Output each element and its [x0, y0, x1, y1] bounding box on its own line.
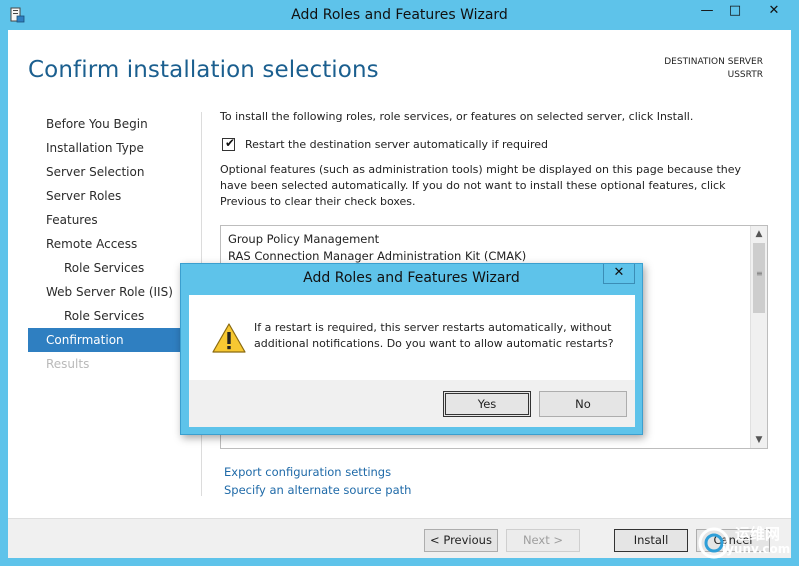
restart-confirm-dialog: Add Roles and Features Wizard ✕ If a res…	[180, 263, 643, 435]
intro-text: To install the following roles, role ser…	[220, 110, 694, 123]
window-title: Add Roles and Features Wizard	[291, 7, 508, 23]
nav-item-server-roles[interactable]: Server Roles	[28, 184, 184, 208]
scroll-thumb[interactable]: ≡	[753, 243, 765, 313]
export-configuration-link[interactable]: Export configuration settings	[224, 465, 411, 481]
list-item: Group Policy Management	[228, 232, 380, 246]
destination-label: DESTINATION SERVER	[664, 57, 763, 67]
yes-button[interactable]: Yes	[443, 391, 531, 417]
wizard-nav: Before You Begin Installation Type Serve…	[28, 112, 184, 376]
previous-button[interactable]: < Previous	[424, 529, 498, 552]
nav-item-installation-type[interactable]: Installation Type	[28, 136, 184, 160]
next-button: Next >	[506, 529, 580, 552]
title-bar[interactable]: Add Roles and Features Wizard — □ ✕	[0, 0, 799, 30]
nav-item-remote-access[interactable]: Remote Access	[28, 232, 184, 256]
nav-item-before-you-begin[interactable]: Before You Begin	[28, 112, 184, 136]
optional-features-note: Optional features (such as administratio…	[220, 163, 742, 208]
grip-icon: ≡	[756, 269, 763, 278]
watermark: 运维网 iyunv.com	[692, 517, 799, 566]
list-scrollbar[interactable]: ▲ ≡ ▼	[750, 226, 767, 448]
dialog-body: If a restart is required, this server re…	[189, 295, 635, 380]
restart-checkbox-label[interactable]: Restart the destination server automatic…	[245, 138, 548, 151]
install-button[interactable]: Install	[614, 529, 688, 552]
dialog-title: Add Roles and Features Wizard	[303, 270, 520, 286]
watermark-url: iyunv.com	[722, 542, 791, 556]
destination-server-block: DESTINATION SERVER USSRTR	[664, 56, 763, 82]
link-group: Export configuration settings Specify an…	[224, 465, 411, 501]
warning-icon	[212, 323, 246, 353]
nav-item-web-server-role[interactable]: Web Server Role (IIS)	[28, 280, 184, 304]
minimize-button[interactable]: —	[694, 1, 720, 21]
scroll-down-icon[interactable]: ▼	[751, 432, 767, 448]
confirmation-content: To install the following roles, role ser…	[220, 110, 770, 449]
dialog-close-button[interactable]: ✕	[603, 264, 635, 284]
restart-checkbox[interactable]: ✔	[222, 136, 236, 151]
nav-item-features[interactable]: Features	[28, 208, 184, 232]
dialog-button-bar: Yes No	[189, 380, 635, 427]
restart-checkbox-row[interactable]: ✔ Restart the destination server automat…	[222, 136, 622, 153]
nav-item-results: Results	[46, 357, 90, 371]
scroll-up-icon[interactable]: ▲	[751, 226, 767, 242]
maximize-button[interactable]: □	[722, 1, 748, 21]
nav-item-server-selection[interactable]: Server Selection	[28, 160, 184, 184]
page-title: Confirm installation selections	[28, 57, 379, 83]
list-item: RAS Connection Manager Administration Ki…	[228, 249, 527, 263]
close-button[interactable]: ✕	[751, 1, 797, 21]
nav-item-web-server-role-services[interactable]: Role Services	[28, 304, 184, 328]
no-button[interactable]: No	[539, 391, 627, 417]
destination-server-name: USSRTR	[727, 70, 763, 80]
checkmark-icon: ✔	[225, 136, 236, 150]
wizard-footer: < Previous Next > Install Cancel	[8, 518, 791, 558]
nav-item-confirmation[interactable]: Confirmation	[28, 328, 184, 352]
dialog-message: If a restart is required, this server re…	[254, 321, 614, 350]
nav-item-remote-access-role-services[interactable]: Role Services	[28, 256, 184, 280]
alternate-source-link[interactable]: Specify an alternate source path	[224, 483, 411, 499]
watermark-text: 运维网	[735, 525, 781, 543]
